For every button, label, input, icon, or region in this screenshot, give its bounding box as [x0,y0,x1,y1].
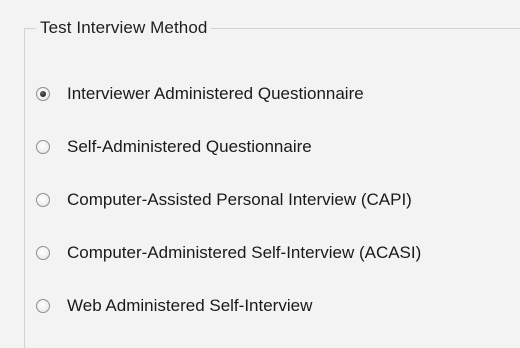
radio-option-label: Computer-Assisted Personal Interview (CA… [67,190,412,209]
radio-option-self-administered[interactable]: Self-Administered Questionnaire [36,134,312,160]
radio-option-acasi[interactable]: Computer-Administered Self-Interview (AC… [36,240,421,266]
radio-option-label: Web Administered Self-Interview [67,296,313,315]
radio-button[interactable] [36,299,50,313]
radio-button[interactable] [36,140,50,154]
radio-option-label: Interviewer Administered Questionnaire [67,84,364,103]
radio-option-label: Computer-Administered Self-Interview (AC… [67,243,422,262]
radio-button[interactable] [36,193,50,207]
radio-option-interviewer-administered[interactable]: Interviewer Administered Questionnaire [36,81,364,107]
radio-button[interactable] [36,87,50,101]
radio-button[interactable] [36,246,50,260]
radio-option-web-administered[interactable]: Web Administered Self-Interview [36,293,312,319]
groupbox-title: Test Interview Method [36,17,212,39]
radio-option-capi[interactable]: Computer-Assisted Personal Interview (CA… [36,187,412,213]
radio-option-label: Self-Administered Questionnaire [67,137,312,156]
